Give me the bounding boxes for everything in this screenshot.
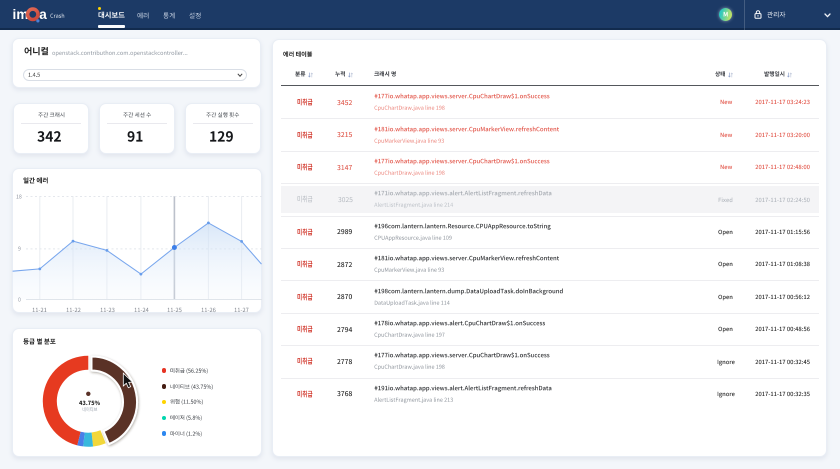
svg-text:a: a <box>39 7 47 22</box>
